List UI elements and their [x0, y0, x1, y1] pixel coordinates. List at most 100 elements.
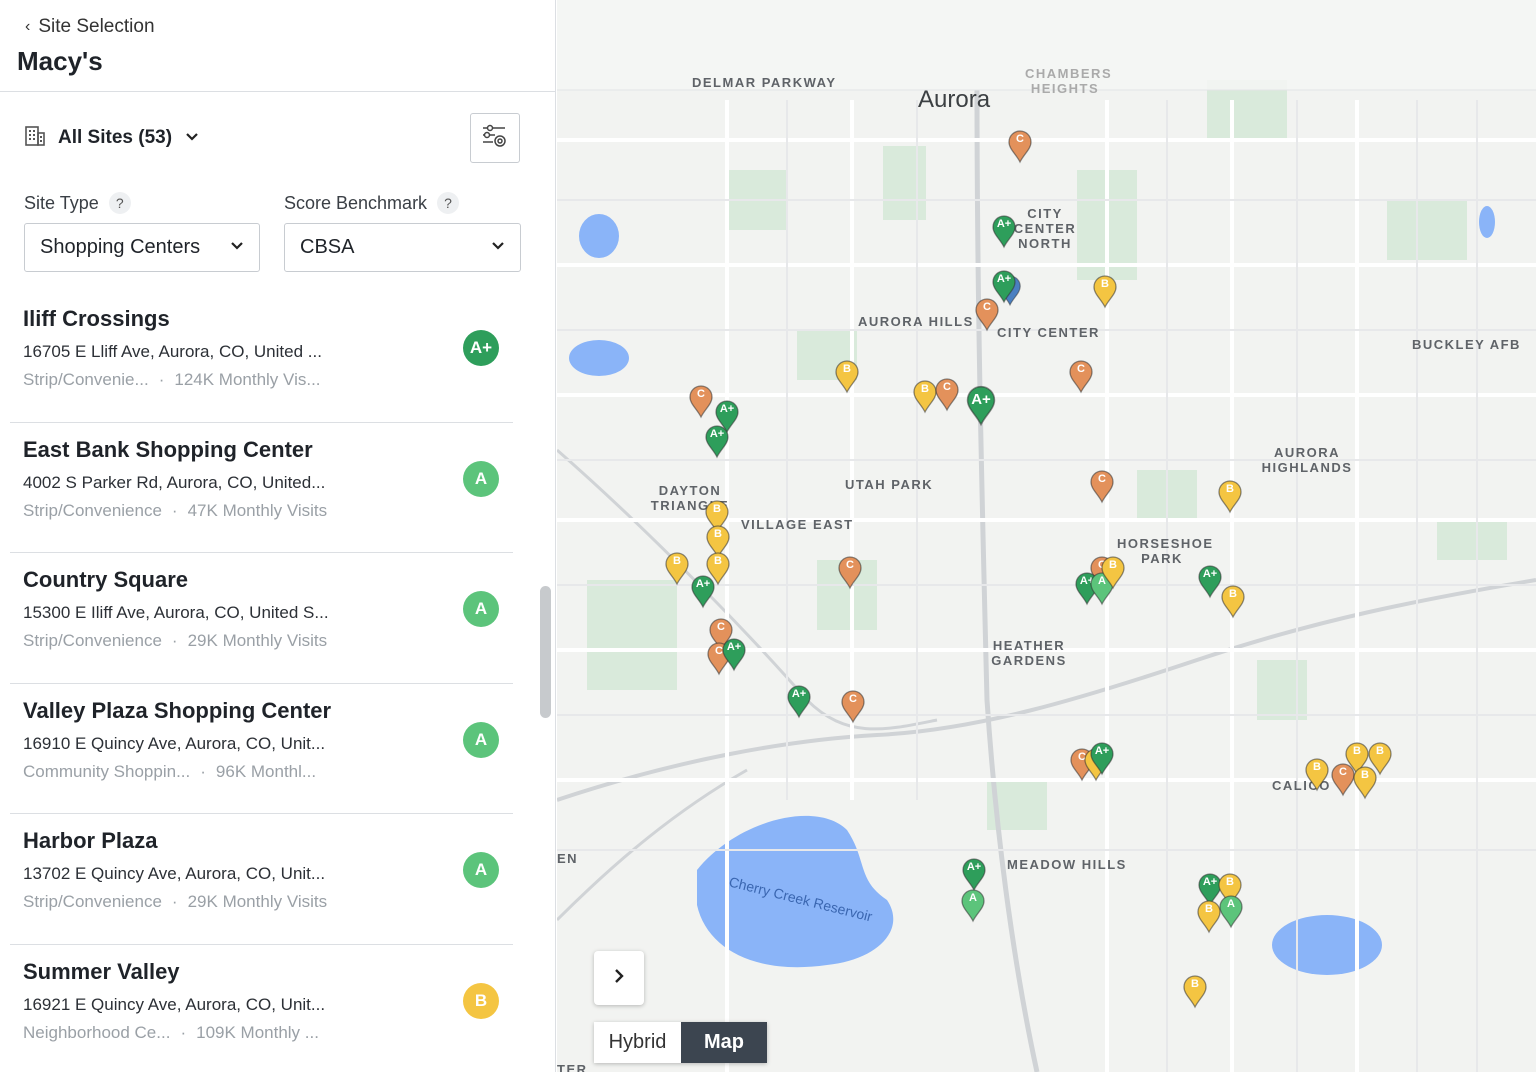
page-title: Macy's — [17, 46, 103, 76]
site-type-help-icon[interactable]: ? — [108, 192, 131, 214]
expand-panel-button[interactable] — [594, 951, 644, 1005]
map-pin-a-plus[interactable]: A+ — [990, 213, 1018, 249]
chevron-down-icon — [490, 236, 506, 259]
map-label: AURORA HIGHLANDS — [1261, 445, 1353, 475]
map-pin-a[interactable]: A — [1217, 893, 1245, 929]
site-list-item[interactable]: Summer Valley 16921 E Quincy Ave, Aurora… — [10, 945, 513, 1072]
site-visits: 47K Monthly Visits — [187, 500, 328, 520]
map-view-button[interactable]: Map — [681, 1022, 767, 1063]
site-list-item[interactable]: Harbor Plaza 13702 E Quincy Ave, Aurora,… — [10, 814, 513, 945]
site-type-select[interactable]: Shopping Centers — [24, 223, 260, 272]
map-pin-b[interactable]: B — [1219, 583, 1247, 619]
map-pin-b[interactable]: B — [1091, 273, 1119, 309]
map-pin-c[interactable]: C — [687, 383, 715, 419]
map-pin-grade: B — [1226, 483, 1234, 495]
site-list-item[interactable]: Valley Plaza Shopping Center 16910 E Qui… — [10, 684, 513, 814]
map-pin-grade: B — [1101, 278, 1109, 290]
map-pin-a-plus[interactable]: A+ — [1088, 740, 1116, 776]
site-name: Iliff Crossings — [23, 306, 170, 331]
site-type: Strip/Convenience — [23, 500, 162, 520]
map-pin-a-plus[interactable]: A+ — [703, 423, 731, 459]
score-benchmark-label-text: Score Benchmark — [284, 192, 428, 213]
site-type-value: Shopping Centers — [40, 236, 201, 258]
site-visits: 96K Monthl... — [215, 761, 317, 781]
sites-row: All Sites (53) — [24, 113, 520, 163]
map-label: UTAH PARK — [845, 477, 934, 492]
map-pin-grade: C — [943, 381, 951, 393]
back-link[interactable]: ‹ Site Selection — [25, 16, 555, 38]
map-pin-grade: B — [713, 503, 721, 515]
map-area[interactable]: DELMAR PARKWAY CHAMBERS HEIGHTS Aurora C… — [557, 0, 1536, 1072]
map-label: VILLAGE EAST — [741, 517, 854, 532]
map-pin-grade: A — [969, 892, 977, 904]
map-pin-a-plus[interactable]: A+ — [785, 683, 813, 719]
building-icon — [24, 125, 46, 152]
chevron-left-icon: ‹ — [25, 18, 31, 35]
map-pin-grade: A+ — [971, 391, 991, 408]
hybrid-map-button[interactable]: Hybrid — [594, 1022, 681, 1063]
back-label: Site Selection — [38, 16, 155, 37]
site-visits: 109K Monthly ... — [196, 1022, 319, 1042]
map-pin-grade: B — [1313, 761, 1321, 773]
map-pin-b[interactable]: B — [1303, 756, 1331, 792]
all-sites-dropdown[interactable]: All Sites (53) — [24, 125, 200, 152]
map-pin-grade: A+ — [996, 273, 1012, 285]
map-pin-c[interactable]: C — [1067, 358, 1095, 394]
site-type: Strip/Convenience — [23, 892, 162, 911]
map-pin-grade: B — [1226, 876, 1234, 888]
site-address: 16705 E Lliff Ave, Aurora, CO, United ..… — [23, 342, 322, 361]
score-benchmark-select[interactable]: CBSA — [284, 223, 521, 272]
map-pin-grade: A+ — [709, 428, 725, 440]
map-pin-b[interactable]: B — [1099, 554, 1127, 590]
map-pin-grade: A+ — [966, 861, 982, 873]
score-benchmark-help-icon[interactable]: ? — [437, 192, 460, 214]
site-list-item[interactable]: Country Square 15300 E Iliff Ave, Aurora… — [10, 553, 513, 684]
filter-settings-button[interactable] — [470, 113, 520, 163]
map-pin-c[interactable]: C — [933, 376, 961, 412]
all-sites-label: All Sites (53) — [58, 127, 173, 148]
site-list: Iliff Crossings 16705 E Lliff Ave, Auror… — [10, 292, 513, 1072]
map-pin-grade: B — [1229, 588, 1237, 600]
map-label: EN — [557, 851, 579, 866]
score-benchmark-value: CBSA — [300, 236, 355, 258]
map-pin-c[interactable]: C — [839, 688, 867, 724]
map-pin-a-plus[interactable]: A+ — [720, 636, 748, 672]
map-pin-grade: C — [697, 388, 705, 400]
grade-badge: A — [463, 721, 499, 758]
map-pin-c[interactable]: C — [1088, 468, 1116, 504]
chevron-right-icon — [612, 965, 626, 991]
map-pin-a-plus[interactable]: A+ — [963, 383, 999, 427]
map-pin-b[interactable]: B — [1366, 740, 1394, 776]
map-pin-a-plus[interactable]: A+ — [689, 573, 717, 609]
grade-badge: A — [463, 591, 499, 627]
map-pin-grade: A — [1227, 898, 1235, 910]
site-list-item[interactable]: East Bank Shopping Center 4002 S Parker … — [10, 423, 513, 553]
map-pin-c[interactable]: C — [836, 554, 864, 590]
site-type: Community Shoppin... — [23, 761, 191, 781]
site-type-label: Site Type ? — [24, 192, 131, 214]
site-address: 15300 E Iliff Ave, Aurora, CO, United S.… — [23, 603, 329, 622]
map-pin-grade: B — [1191, 978, 1199, 990]
map-pin-grade: A+ — [791, 688, 807, 700]
map-label: MEADOW HILLS — [1007, 857, 1127, 872]
map-pin-a[interactable]: A — [959, 887, 987, 923]
map-type-toggle: Hybrid Map — [594, 1022, 767, 1063]
map-pin-grade: B — [1376, 745, 1384, 757]
map-pin-b[interactable]: B — [833, 358, 861, 394]
map-pin-b[interactable]: B — [663, 550, 691, 586]
map-pin-c[interactable]: C — [973, 296, 1001, 332]
map-pin-c[interactable]: C — [1006, 128, 1034, 164]
map-pin-grade: A+ — [1202, 568, 1218, 580]
grade-badge: A — [463, 852, 499, 888]
site-list-item[interactable]: Iliff Crossings 16705 E Lliff Ave, Auror… — [10, 292, 513, 423]
map-pin-grade: C — [717, 621, 725, 633]
list-scrollbar[interactable] — [540, 586, 551, 718]
map-pin-grade: B — [673, 555, 681, 567]
map-label: AURORA HILLS — [858, 314, 974, 329]
map-pin-grade: B — [843, 363, 851, 375]
map-pin-b[interactable]: B — [1216, 478, 1244, 514]
site-address: 16910 E Quincy Ave, Aurora, CO, Unit... — [23, 733, 326, 753]
settings-sliders-icon — [481, 122, 509, 155]
map-pin-grade: B — [714, 528, 722, 540]
map-pin-b[interactable]: B — [1181, 973, 1209, 1009]
